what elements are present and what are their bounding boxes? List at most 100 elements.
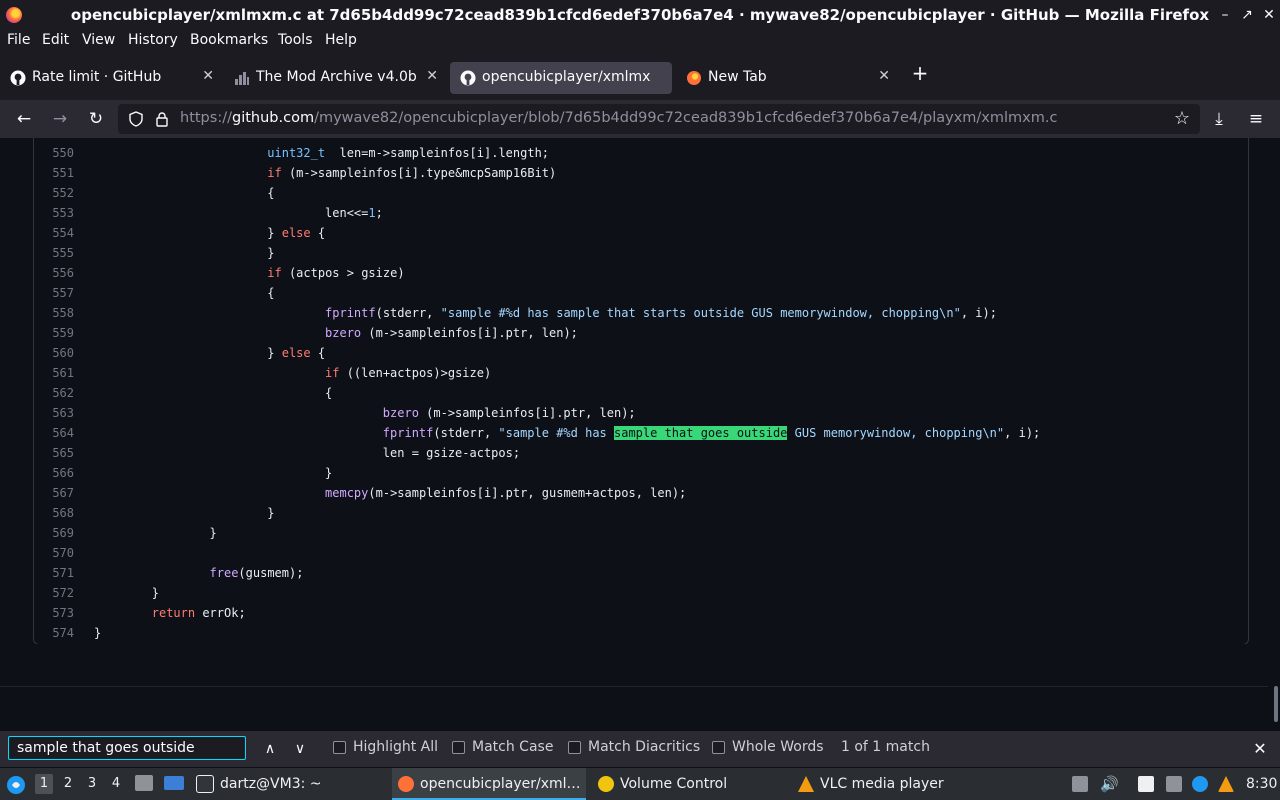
vlc-tray-icon[interactable] xyxy=(1218,776,1234,792)
display-icon[interactable] xyxy=(1166,776,1182,792)
minimize-button[interactable]: – xyxy=(1214,0,1236,30)
line-number[interactable]: 558 xyxy=(34,303,74,323)
reload-button[interactable]: ↻ xyxy=(86,109,106,129)
task-firefox[interactable]: opencubicplayer/xml… xyxy=(392,768,586,800)
line-number[interactable]: 570 xyxy=(34,543,74,563)
show-desktop-icon[interactable] xyxy=(164,776,184,790)
find-input[interactable] xyxy=(8,736,246,760)
menu-history[interactable]: History xyxy=(128,32,178,48)
workspace-3[interactable]: 3 xyxy=(83,774,101,794)
code-line: 559 bzero (m->sampleinfos[i].ptr, len); xyxy=(34,323,1234,343)
find-match-highlight: sample that goes outside xyxy=(614,426,788,440)
close-tab-button[interactable]: ✕ xyxy=(426,68,438,84)
code-token: if xyxy=(325,366,340,380)
back-button[interactable]: ← xyxy=(14,109,34,129)
close-tab-button[interactable]: ✕ xyxy=(878,68,890,84)
lock-icon[interactable] xyxy=(154,111,170,127)
workspace-2[interactable]: 2 xyxy=(59,774,77,794)
forward-button[interactable]: → xyxy=(50,109,70,129)
bookmark-star-icon[interactable]: ☆ xyxy=(1174,108,1190,129)
close-tab-button[interactable]: ✕ xyxy=(202,68,214,84)
code-line: 566} xyxy=(34,463,1234,483)
url-bar[interactable]: https://github.com/mywave82/opencubicpla… xyxy=(118,104,1200,134)
line-number[interactable]: 561 xyxy=(34,363,74,383)
find-next-button[interactable]: ∨ xyxy=(290,739,310,759)
task-vlc[interactable]: VLC media player xyxy=(798,768,944,800)
menu-tools[interactable]: Tools xyxy=(278,32,313,48)
code-token: } xyxy=(267,246,275,260)
task-terminal[interactable]: dartz@VM3: ~ xyxy=(196,768,322,800)
menu-help[interactable]: Help xyxy=(325,32,357,48)
maximize-button[interactable]: ↗ xyxy=(1236,0,1258,30)
code-token: (m->sampleinfos[i].ptr, len); xyxy=(418,406,636,420)
line-number[interactable]: 571 xyxy=(34,563,74,583)
code-token: fprintf xyxy=(382,426,434,440)
line-number[interactable]: 553 xyxy=(34,203,74,223)
task-volume-control[interactable]: Volume Control xyxy=(598,768,727,800)
line-number[interactable]: 569 xyxy=(34,523,74,543)
tab-rate-limit[interactable]: Rate limit · GitHub ✕ xyxy=(0,62,222,94)
code-token: (stderr, xyxy=(375,306,441,320)
menu-view[interactable]: View xyxy=(82,32,115,48)
line-number[interactable]: 565 xyxy=(34,443,74,463)
close-window-button[interactable]: ✕ xyxy=(1258,0,1280,30)
tab-opencubicplayer[interactable]: opencubicplayer/xmlmxm xyxy=(450,62,672,94)
scrollbar-thumb[interactable] xyxy=(1274,686,1278,722)
notes-icon[interactable] xyxy=(1138,776,1154,792)
line-number[interactable]: 554 xyxy=(34,223,74,243)
line-number[interactable]: 556 xyxy=(34,263,74,283)
code-text: memcpy(m->sampleinfos[i].ptr, gusmem+act… xyxy=(325,483,686,503)
line-number[interactable]: 552 xyxy=(34,183,74,203)
close-find-bar-button[interactable]: ✕ xyxy=(1250,739,1270,759)
line-number[interactable]: 567 xyxy=(34,483,74,503)
tab-mod-archive[interactable]: The Mod Archive v4.0b - ✕ xyxy=(224,62,446,94)
line-number[interactable]: 559 xyxy=(34,323,74,343)
code-token: } xyxy=(151,586,159,600)
checkbox-box[interactable] xyxy=(568,741,581,754)
start-menu-icon[interactable] xyxy=(6,775,26,795)
code-token: (m->sampleinfos[i].ptr, gusmem+actpos, l… xyxy=(368,486,687,500)
new-tab-button[interactable]: + xyxy=(910,63,930,83)
menu-edit[interactable]: Edit xyxy=(42,32,69,48)
tab-label: opencubicplayer/xmlmxm xyxy=(482,69,650,85)
line-number[interactable]: 557 xyxy=(34,283,74,303)
code-text: bzero (m->sampleinfos[i].ptr, len); xyxy=(383,403,636,423)
tab-new-tab[interactable]: New Tab ✕ xyxy=(676,62,898,94)
find-previous-button[interactable]: ∧ xyxy=(260,739,280,759)
line-number[interactable]: 572 xyxy=(34,583,74,603)
line-number[interactable]: 566 xyxy=(34,463,74,483)
file-manager-icon[interactable] xyxy=(135,775,153,791)
code-token: (m->sampleinfos[i].ptr, len); xyxy=(361,326,578,340)
line-number[interactable]: 560 xyxy=(34,343,74,363)
workspace-4[interactable]: 4 xyxy=(107,774,125,794)
line-number[interactable]: 564 xyxy=(34,423,74,443)
code-text: } xyxy=(94,623,101,643)
url-text[interactable]: https://github.com/mywave82/opencubicpla… xyxy=(180,110,1057,126)
downloads-button[interactable]: ⤓ xyxy=(1209,109,1229,129)
checkbox-box[interactable] xyxy=(333,741,346,754)
code-text: { xyxy=(325,383,332,403)
volume-icon[interactable]: 🔊 xyxy=(1100,776,1119,792)
line-number[interactable]: 568 xyxy=(34,503,74,523)
checkbox-label: Whole Words xyxy=(732,739,824,755)
line-number[interactable]: 573 xyxy=(34,603,74,623)
checkbox-box[interactable] xyxy=(452,741,465,754)
code-token: { xyxy=(325,386,333,400)
app-menu-button[interactable]: ≡ xyxy=(1246,109,1266,129)
line-number[interactable]: 550 xyxy=(34,143,74,163)
menu-file[interactable]: File xyxy=(7,32,30,48)
checkbox-box[interactable] xyxy=(712,741,725,754)
menu-bookmarks[interactable]: Bookmarks xyxy=(190,32,268,48)
line-number[interactable]: 574 xyxy=(34,623,74,643)
clipboard-icon[interactable] xyxy=(1072,776,1088,792)
tab-label: Rate limit · GitHub xyxy=(32,69,162,85)
line-number[interactable]: 555 xyxy=(34,243,74,263)
code-line: 568} xyxy=(34,503,1234,523)
line-number[interactable]: 563 xyxy=(34,403,74,423)
line-number[interactable]: 551 xyxy=(34,163,74,183)
code-token: 1 xyxy=(368,206,376,220)
shield-icon[interactable] xyxy=(128,111,144,127)
line-number[interactable]: 562 xyxy=(34,383,74,403)
notification-icon[interactable] xyxy=(1192,776,1208,792)
workspace-1[interactable]: 1 xyxy=(35,774,53,794)
